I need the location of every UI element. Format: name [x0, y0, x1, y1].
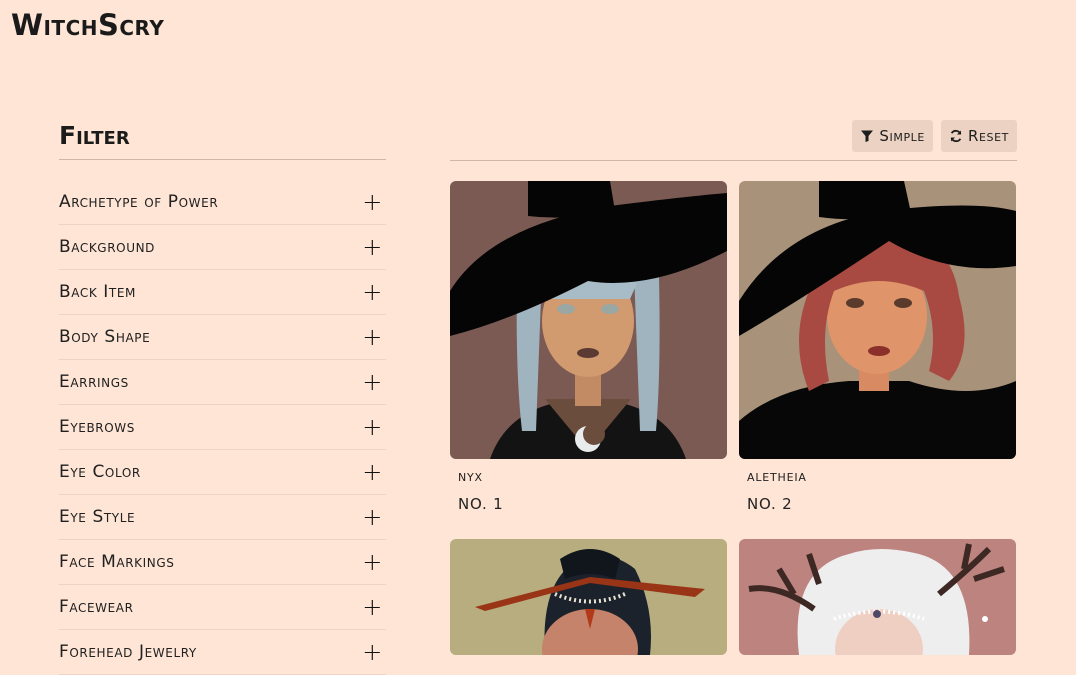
filter-item-label: Forehead Jewelry	[59, 642, 197, 662]
filter-item-label: Eyebrows	[59, 417, 135, 437]
filter-item-label: Earrings	[59, 372, 129, 392]
witch-number: NO. 2	[747, 495, 793, 513]
simple-label: Simple	[879, 127, 925, 145]
filter-item-back-item[interactable]: Back Item +	[59, 270, 386, 315]
funnel-icon	[861, 130, 874, 142]
refresh-icon	[950, 129, 962, 143]
witch-card[interactable]: ALETHEIA NO. 2	[739, 181, 1016, 513]
filter-item-body-shape[interactable]: Body Shape +	[59, 315, 386, 360]
witch-number: NO. 1	[458, 495, 504, 513]
plus-icon[interactable]: +	[362, 190, 383, 214]
filter-item-face-markings[interactable]: Face Markings +	[59, 540, 386, 585]
reset-button[interactable]: Reset	[940, 120, 1017, 152]
witch-portrait[interactable]	[450, 181, 727, 459]
witch-card[interactable]	[739, 539, 1016, 655]
witch-name: ALETHEIA	[747, 471, 807, 484]
filter-item-label: Background	[59, 237, 155, 257]
results-toolbar: Simple Reset	[450, 120, 1017, 161]
witch-portrait[interactable]	[450, 539, 727, 655]
plus-icon[interactable]: +	[362, 550, 383, 574]
filter-item-label: Face Markings	[59, 552, 175, 572]
plus-icon[interactable]: +	[362, 640, 383, 664]
witch-card[interactable]: NYX NO. 1	[450, 181, 727, 513]
filter-item-label: Eye Style	[59, 507, 136, 527]
filter-item-label: Eye Color	[59, 462, 141, 482]
filter-item-earrings[interactable]: Earrings +	[59, 360, 386, 405]
plus-icon[interactable]: +	[362, 505, 383, 529]
plus-icon[interactable]: +	[362, 235, 383, 259]
filter-item-label: Facewear	[59, 597, 134, 617]
filter-item-archetype-of-power[interactable]: Archetype of Power +	[59, 160, 386, 225]
plus-icon[interactable]: +	[362, 415, 383, 439]
plus-icon[interactable]: +	[362, 595, 383, 619]
filter-list: Archetype of Power + Background + Back Ite…	[59, 160, 386, 675]
filter-item-eye-style[interactable]: Eye Style +	[59, 495, 386, 540]
witch-card[interactable]	[450, 539, 727, 655]
simple-filter-button[interactable]: Simple	[852, 120, 933, 152]
filter-item-label: Body Shape	[59, 327, 151, 347]
plus-icon[interactable]: +	[362, 370, 383, 394]
filter-item-facewear[interactable]: Facewear +	[59, 585, 386, 630]
witch-name: NYX	[458, 471, 483, 484]
plus-icon[interactable]: +	[362, 280, 383, 304]
filter-item-background[interactable]: Background +	[59, 225, 386, 270]
toolbar-buttons: Simple Reset	[852, 120, 1017, 152]
filter-item-eye-color[interactable]: Eye Color +	[59, 450, 386, 495]
witch-portrait[interactable]	[739, 539, 1016, 655]
witch-portrait[interactable]	[739, 181, 1016, 459]
filter-item-label: Back Item	[59, 282, 136, 302]
filter-item-label: Archetype of Power	[59, 192, 219, 212]
filter-item-eyebrows[interactable]: Eyebrows +	[59, 405, 386, 450]
filter-item-forehead-jewelry[interactable]: Forehead Jewelry +	[59, 630, 386, 675]
filter-panel: Filter Archetype of Power + Background + B…	[59, 118, 386, 675]
site-logo[interactable]: WitchScry	[11, 8, 164, 42]
plus-icon[interactable]: +	[362, 325, 383, 349]
plus-icon[interactable]: +	[362, 460, 383, 484]
reset-label: Reset	[967, 127, 1009, 145]
filter-title: Filter	[59, 118, 386, 160]
